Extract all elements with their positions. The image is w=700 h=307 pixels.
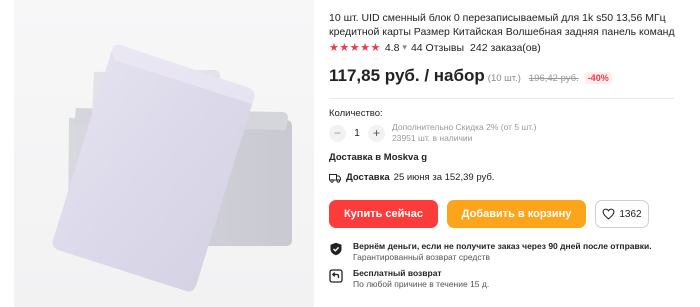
rating-value: 4.8 [384,41,400,54]
free-return-subtitle: По любой причине в течение 15 д. [353,279,490,289]
wishlist-button[interactable]: 1362 [595,200,649,228]
quantity-label: Количество: [329,108,383,119]
guarantee-free-return: Бесплатный возврат По любой причине в те… [329,268,489,290]
quantity-notes: Дополнительно Скидка 2% (от 5 шт.) 23951… [392,122,536,144]
guarantee-subtitle: Гарантированный возврат средств [353,252,490,262]
guarantee-title: Вернём деньги, если не получите заказ че… [353,241,652,251]
delivery-date: 25 июня за 152,39 руб. [393,172,495,183]
discount-badge: -40% [584,72,612,84]
quantity-stepper: − 1 + Дополнительно Скидка 2% (от 5 шт.)… [329,122,536,144]
delivery-label: Доставка [346,172,390,183]
free-return-title: Бесплатный возврат [353,268,442,278]
orders-count: 242 заказа(ов) [470,41,541,54]
reviews-link[interactable]: 44 Отзывы [411,42,464,54]
delivery-row: Доставка 25 июня за 152,39 руб. [329,172,494,183]
shield-icon [330,242,342,256]
product-image[interactable] [14,0,314,307]
quantity-input[interactable]: 1 [346,128,368,139]
rating-row: ★★★★★ 4.8 ▾ 44 Отзывы 242 заказа(ов) [329,41,541,55]
guarantee-refund: Вернём деньги, если не получите заказ че… [329,241,652,263]
price-row: 117,85 руб. / набор (10 шт.) 196,42 руб.… [329,66,612,86]
current-price: 117,85 руб. / набор [329,66,485,85]
product-title: 10 шт. UID сменный блок 0 перезаписываем… [329,12,675,38]
action-buttons: Купить сейчас Добавить в корзину 1362 [329,200,649,228]
stock-note: 23951 шт. в наличии [392,133,473,143]
rating-stars: ★★★★★ [329,42,381,54]
heart-icon [602,208,615,220]
add-to-cart-button[interactable]: Добавить в корзину [447,200,586,228]
price-quantity-note: (10 шт.) [487,73,521,84]
old-price: 196,42 руб. [528,73,579,84]
divider [329,98,674,99]
return-icon [329,269,343,283]
quantity-plus-button[interactable]: + [368,124,385,142]
wishlist-count: 1362 [619,208,642,220]
truck-icon [329,173,341,183]
delivery-destination[interactable]: Доставка в Moskva g [329,152,427,163]
quantity-minus-button[interactable]: − [329,124,346,142]
bulk-discount-note: Дополнительно Скидка 2% (от 5 шт.) [392,122,537,132]
product-image-cards [14,0,314,307]
buy-now-button[interactable]: Купить сейчас [329,200,438,228]
chevron-down-icon[interactable]: ▾ [402,42,407,53]
